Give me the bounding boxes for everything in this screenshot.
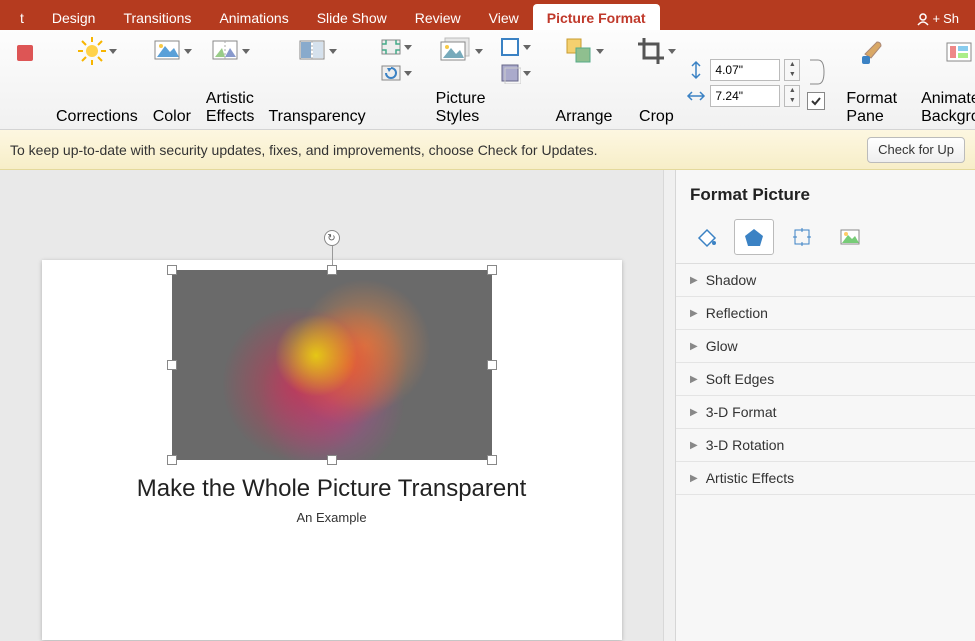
check-for-updates-button[interactable]: Check for Up: [867, 137, 965, 163]
selected-picture[interactable]: ↻: [172, 270, 492, 460]
corrections-button[interactable]: [77, 36, 117, 66]
effects-icon: [499, 62, 521, 84]
rotation-handle[interactable]: ↻: [324, 230, 340, 246]
share-label: Sh: [943, 11, 959, 26]
transparency-button[interactable]: [297, 36, 337, 66]
transparency-label: Transparency: [268, 108, 365, 126]
remove-background-fragment[interactable]: [4, 36, 46, 126]
section-glow[interactable]: ▶Glow: [676, 330, 975, 363]
resize-handle-s[interactable]: [327, 455, 337, 465]
vertical-scrollbar[interactable]: [663, 170, 675, 641]
picture-styles-icon: [439, 36, 473, 66]
share-button[interactable]: +Sh: [906, 5, 970, 30]
color-label: Color: [153, 108, 191, 126]
picture-styles-button[interactable]: [439, 36, 483, 66]
arrange-label: Arrange: [555, 108, 612, 126]
compress-pictures-button[interactable]: [380, 36, 412, 58]
crop-icon: [636, 36, 666, 66]
artistic-effects-label: Artistic Effects: [206, 90, 255, 126]
panel-tab-size[interactable]: [782, 219, 822, 255]
tab-picture-format[interactable]: Picture Format: [533, 4, 660, 30]
update-notification-bar: To keep up-to-date with security updates…: [0, 130, 975, 170]
slide-title[interactable]: Make the Whole Picture Transparent: [42, 475, 622, 503]
animate-background-button[interactable]: [942, 36, 975, 70]
size-properties-icon: [791, 226, 813, 248]
transparency-icon: [297, 36, 327, 66]
tab-view[interactable]: View: [475, 4, 533, 30]
paint-bucket-icon: [695, 226, 717, 248]
reset-icon: [380, 62, 402, 84]
height-icon: [686, 60, 706, 80]
resize-handle-e[interactable]: [487, 360, 497, 370]
format-picture-panel: Format Picture ▶Shadow ▶Reflection ▶Glow…: [675, 170, 975, 641]
tab-design[interactable]: Design: [38, 4, 110, 30]
crop-label: Crop: [639, 108, 674, 126]
width-stepper[interactable]: ▲▼: [784, 85, 800, 107]
width-icon: [686, 86, 706, 106]
width-input[interactable]: [710, 85, 780, 107]
tab-slideshow[interactable]: Slide Show: [303, 4, 401, 30]
tab-review[interactable]: Review: [401, 4, 475, 30]
panel-tab-picture[interactable]: [830, 219, 870, 255]
pentagon-icon: [743, 226, 765, 248]
slide: ↻ Make the Whole Picture Transparent An …: [42, 260, 622, 640]
ribbon-tabbar: t Design Transitions Animations Slide Sh…: [0, 0, 975, 30]
arrange-icon: [564, 36, 594, 66]
resize-handle-sw[interactable]: [167, 455, 177, 465]
picture-color-icon: [152, 36, 182, 66]
corrections-label: Corrections: [56, 108, 138, 126]
crop-button[interactable]: [636, 36, 676, 66]
animate-bg-label: Animate a Backgroun: [921, 90, 975, 126]
panel-tab-fill[interactable]: [686, 219, 726, 255]
format-pane-button[interactable]: [855, 36, 889, 70]
resize-handle-ne[interactable]: [487, 265, 497, 275]
paintbrush-icon: [857, 38, 887, 68]
section-3d-format[interactable]: ▶3-D Format: [676, 396, 975, 429]
slide-subtitle[interactable]: An Example: [42, 510, 622, 525]
ribbon: Corrections Color Artistic Effects Trans…: [0, 30, 975, 130]
picture-effects-button[interactable]: [499, 62, 531, 84]
brightness-icon: [77, 36, 107, 66]
height-stepper[interactable]: ▲▼: [784, 59, 800, 81]
height-input[interactable]: [710, 59, 780, 81]
resize-handle-se[interactable]: [487, 455, 497, 465]
panel-tab-effects[interactable]: [734, 219, 774, 255]
lock-aspect-checkbox[interactable]: [807, 92, 825, 110]
color-button[interactable]: [152, 36, 192, 66]
tab-animations[interactable]: Animations: [205, 4, 302, 30]
section-reflection[interactable]: ▶Reflection: [676, 297, 975, 330]
compress-icon: [380, 36, 402, 58]
format-pane-label: Format Pane: [846, 90, 897, 126]
section-3d-rotation[interactable]: ▶3-D Rotation: [676, 429, 975, 462]
panel-title: Format Picture: [676, 180, 975, 219]
tab-transitions[interactable]: Transitions: [109, 4, 205, 30]
artistic-effects-button[interactable]: [210, 36, 250, 66]
reset-picture-button[interactable]: [380, 62, 412, 84]
section-shadow[interactable]: ▶Shadow: [676, 264, 975, 297]
resize-handle-n[interactable]: [327, 265, 337, 275]
section-artistic-effects[interactable]: ▶Artistic Effects: [676, 462, 975, 495]
tab-insert-fragment[interactable]: t: [6, 4, 38, 30]
section-soft-edges[interactable]: ▶Soft Edges: [676, 363, 975, 396]
picture-styles-label: Picture Styles: [436, 90, 486, 126]
arrange-button[interactable]: [564, 36, 604, 66]
border-icon: [499, 36, 521, 58]
animate-bg-icon: [944, 38, 974, 68]
slide-canvas[interactable]: ↻ Make the Whole Picture Transparent An …: [0, 170, 663, 641]
resize-handle-w[interactable]: [167, 360, 177, 370]
resize-handle-nw[interactable]: [167, 265, 177, 275]
picture-border-button[interactable]: [499, 36, 531, 58]
artistic-effects-icon: [210, 36, 240, 66]
picture-icon: [839, 226, 861, 248]
update-message: To keep up-to-date with security updates…: [10, 142, 598, 158]
